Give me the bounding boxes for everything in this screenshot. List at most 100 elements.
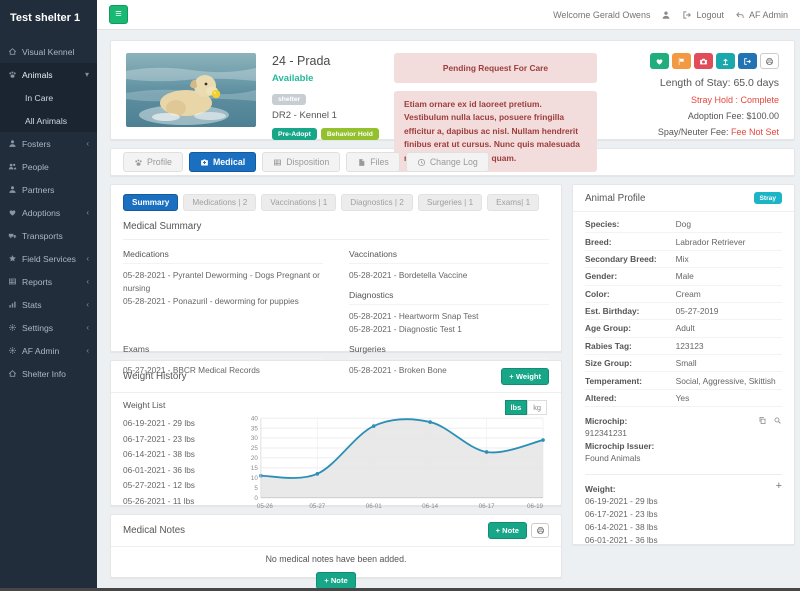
origin-badge: shelter bbox=[272, 94, 306, 105]
tab-disposition[interactable]: Disposition bbox=[262, 152, 340, 172]
medications-group: Medications 05-28-2021 - Pyrantel Deworm… bbox=[123, 249, 323, 308]
star-icon bbox=[8, 254, 17, 263]
profile-row: Rabies Tag:123123 bbox=[585, 338, 782, 355]
tab-medical[interactable]: Medical bbox=[189, 152, 256, 172]
sidebar-item-partners[interactable]: Partners bbox=[0, 178, 97, 201]
transfer-button[interactable] bbox=[738, 53, 757, 69]
print-notes-button[interactable] bbox=[531, 523, 549, 538]
medkit-icon bbox=[200, 158, 209, 167]
weight-entry: 06-17-2021 - 23 lbs bbox=[123, 434, 231, 444]
animal-photo[interactable] bbox=[126, 53, 256, 127]
sidebar-item-transports[interactable]: Transports bbox=[0, 224, 97, 247]
subtab-diagnostics[interactable]: Diagnostics | 2 bbox=[341, 194, 413, 211]
print-icon bbox=[765, 57, 774, 66]
subtab-exams[interactable]: Exams| 1 bbox=[487, 194, 539, 211]
subtab-medications[interactable]: Medications | 2 bbox=[183, 194, 256, 211]
sidebar-item-field-services[interactable]: Field Services ‹ bbox=[0, 247, 97, 270]
sidebar-item-visual-kennel[interactable]: Visual Kennel bbox=[0, 40, 97, 63]
unit-kg-button[interactable]: kg bbox=[527, 400, 547, 415]
weight-entry: 06-01-2021 - 36 lbs bbox=[123, 465, 231, 475]
profile-row: Species:Dog bbox=[585, 216, 782, 233]
microchip-issuer-label: Microchip Issuer: bbox=[585, 441, 782, 451]
medical-summary-left-col: Medications 05-28-2021 - Pyrantel Deworm… bbox=[123, 249, 323, 384]
tab-files[interactable]: Files bbox=[346, 152, 400, 172]
sidebar-item-adoptions[interactable]: Adoptions ‹ bbox=[0, 201, 97, 224]
vaccinations-group: Vaccinations 05-28-2021 - Bordetella Vac… bbox=[349, 249, 549, 282]
animal-badges: Pre-Adopt Behavior Hold bbox=[272, 128, 378, 140]
svg-text:25: 25 bbox=[251, 445, 258, 452]
arrow-up-icon bbox=[721, 57, 730, 66]
weight-entry: 06-14-2021 - 38 lbs bbox=[123, 449, 231, 459]
svg-text:06-19: 06-19 bbox=[527, 503, 543, 510]
subtab-vaccinations[interactable]: Vaccinations | 1 bbox=[261, 194, 336, 211]
favorite-button[interactable] bbox=[650, 53, 669, 69]
add-weight-button[interactable]: + Weight bbox=[501, 368, 549, 385]
sidebar-item-settings[interactable]: Settings ‹ bbox=[0, 316, 97, 339]
profile-row: Color:Cream bbox=[585, 286, 782, 303]
sidebar-item-shelter-info[interactable]: Shelter Info bbox=[0, 362, 97, 385]
add-weight-plus-button[interactable]: + bbox=[776, 481, 782, 492]
behavior-hold-badge[interactable]: Behavior Hold bbox=[321, 128, 379, 140]
sidebar-item-stats[interactable]: Stats ‹ bbox=[0, 293, 97, 316]
sidebar-item-all-animals[interactable]: All Animals bbox=[0, 109, 97, 132]
sidebar-item-af-admin[interactable]: AF Admin ‹ bbox=[0, 339, 97, 362]
tab-profile[interactable]: Profile bbox=[123, 152, 183, 172]
unit-toggle: lbs kg bbox=[505, 400, 548, 415]
sidebar-item-reports[interactable]: Reports ‹ bbox=[0, 270, 97, 293]
svg-text:06-01: 06-01 bbox=[366, 503, 382, 510]
subtab-summary[interactable]: Summary bbox=[123, 194, 178, 211]
sidebar-item-people[interactable]: People bbox=[0, 155, 97, 178]
flag-button[interactable] bbox=[672, 53, 691, 69]
animal-profile-body: Species:Dog Breed:Labrador Retriever Sec… bbox=[573, 212, 794, 545]
logout-link[interactable]: Logout bbox=[682, 10, 724, 20]
user-icon[interactable] bbox=[661, 10, 671, 20]
print-button[interactable] bbox=[760, 53, 779, 69]
svg-text:30: 30 bbox=[251, 435, 258, 442]
microchip-issuer: Found Animals bbox=[585, 453, 782, 463]
flag-icon bbox=[677, 57, 686, 66]
subtab-surgeries[interactable]: Surgeries | 1 bbox=[418, 194, 482, 211]
weight-label: Weight: bbox=[585, 484, 782, 494]
add-note-button-inline[interactable]: + Note bbox=[316, 572, 355, 589]
pre-adopt-badge[interactable]: Pre-Adopt bbox=[272, 128, 317, 140]
length-of-stay: Length of Stay: 65.0 days bbox=[623, 77, 779, 89]
chevron-left-icon: ‹ bbox=[86, 255, 89, 263]
medical-summary-right-col: Vaccinations 05-28-2021 - Bordetella Vac… bbox=[349, 249, 549, 384]
profile-row: Age Group:Adult bbox=[585, 320, 782, 337]
unit-lbs-button[interactable]: lbs bbox=[505, 400, 528, 415]
file-icon bbox=[357, 158, 366, 167]
welcome-text: Welcome Gerald Owens bbox=[553, 10, 650, 20]
tab-change-log[interactable]: Change Log bbox=[406, 152, 489, 172]
add-note-button[interactable]: + Note bbox=[488, 522, 527, 539]
heart-icon bbox=[655, 57, 664, 66]
profile-row: Secondary Breed:Mix bbox=[585, 251, 782, 268]
sidebar-item-animals[interactable]: Animals ▾ bbox=[0, 63, 97, 86]
weight-history-body: Weight List 06-19-2021 - 29 lbs 06-17-20… bbox=[111, 393, 561, 516]
animal-status: Available bbox=[272, 73, 378, 84]
sidebar-item-fosters[interactable]: Fosters ‹ bbox=[0, 132, 97, 155]
weight-list: Weight List 06-19-2021 - 29 lbs 06-17-20… bbox=[123, 400, 231, 512]
copy-icon[interactable] bbox=[758, 416, 767, 425]
photo-button[interactable] bbox=[694, 53, 713, 69]
stray-badge[interactable]: Stray bbox=[754, 192, 783, 204]
search-icon[interactable] bbox=[773, 416, 782, 425]
topbar: ≡ Welcome Gerald Owens Logout AF Admin bbox=[97, 0, 800, 30]
diagnostics-group: Diagnostics 05-28-2021 - Heartworm Snap … bbox=[349, 290, 549, 336]
microchip-label: Microchip: bbox=[585, 416, 782, 426]
menu-toggle-button[interactable]: ≡ bbox=[109, 5, 128, 24]
shelter-title: Test shelter 1 bbox=[0, 0, 97, 40]
clock-icon bbox=[417, 158, 426, 167]
upload-button[interactable] bbox=[716, 53, 735, 69]
medical-summary-title: Medical Summary bbox=[123, 221, 549, 240]
weight-entry: 06-17-2021 - 23 lbs bbox=[585, 509, 782, 519]
sidebar-item-in-care[interactable]: In Care bbox=[0, 86, 97, 109]
empty-notes-message: No medical notes have been added. bbox=[121, 554, 551, 564]
profile-row: Size Group:Small bbox=[585, 355, 782, 372]
heart-icon bbox=[8, 208, 17, 217]
gear-icon bbox=[8, 346, 17, 355]
print-icon bbox=[536, 526, 545, 535]
af-admin-link[interactable]: AF Admin bbox=[735, 10, 788, 20]
sidebar-animals-submenu: In Care All Animals bbox=[0, 86, 97, 132]
right-column: Animal Profile Stray Species:Dog Breed:L… bbox=[572, 184, 795, 545]
truck-icon bbox=[8, 231, 17, 240]
